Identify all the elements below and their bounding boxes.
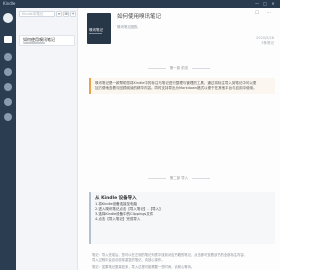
settings-icon[interactable]: [4, 113, 12, 121]
maximize-button[interactable]: □: [262, 1, 268, 7]
list-item-meta-bar: [23, 42, 45, 44]
steps-heading: 从 Kindle 设备导入: [95, 196, 137, 201]
view-toggle-button[interactable]: ⊞: [63, 11, 69, 17]
book-cover-title: 嗅讯笔记: [89, 28, 103, 32]
link-icon[interactable]: [4, 98, 12, 106]
book-cover-line: [89, 33, 102, 34]
add-note-button[interactable]: +: [70, 11, 76, 17]
book-icon[interactable]: [4, 53, 12, 61]
note-title: 如何使用嗅讯笔记: [117, 14, 162, 20]
note-date: 2020/5/28: [256, 36, 274, 40]
intro-quote: 嗅讯笔记是一款帮助您将Kindle中的标注与笔记进行整理与管理的工具，通过将标注…: [89, 78, 275, 94]
toolbar-icons[interactable]: ☐ ⋯: [255, 11, 274, 16]
note-text: 导入过程中会自动去除重复的笔记，请放心操作。: [92, 258, 165, 262]
section-label-import: 第二部 导入: [78, 176, 280, 180]
list-item[interactable]: 如何使用嗅讯笔记: [19, 35, 75, 46]
note-text: 笔记：导入完成后，您可以在左侧的笔记列表中找到对应书籍的笔记，点击即可查看该书的…: [92, 253, 247, 257]
book-cover: 嗅讯笔记: [87, 13, 111, 44]
note-author: 嗅讯笔记团队: [117, 25, 138, 29]
minimize-button[interactable]: —: [254, 1, 260, 7]
note-list-pane: Kindle本笔记 ≡ ⊞ + 如何使用嗅讯笔记: [16, 8, 78, 270]
import-steps: 从 Kindle 设备导入 1.将Kindle设备连接至电脑 2.进入嗅讯笔记点…: [89, 192, 275, 244]
close-button[interactable]: ✕: [270, 1, 276, 7]
app-name: Kindle: [3, 1, 16, 6]
avatar[interactable]: [3, 13, 13, 23]
notes-icon[interactable]: [4, 36, 12, 43]
quote-line: 加方便地查看与回顾阅读的精华内容。同时支持导出为Markdown格式以便于在其他…: [95, 86, 257, 90]
title-bar: Kindle — □ ✕: [0, 0, 280, 8]
star-icon[interactable]: [4, 68, 12, 76]
search-input[interactable]: Kindle本笔记: [19, 11, 55, 17]
sort-button[interactable]: ≡: [56, 11, 62, 17]
section-label-intro: 第一部 前言: [78, 66, 280, 70]
nav-rail: [0, 8, 16, 270]
step-line: 4.点击【导入笔记】完成导入: [95, 217, 141, 221]
note-detail: ☐ ⋯ 嗅讯笔记 如何使用嗅讯笔记 嗅讯笔记团队 2020/5/28 3条笔记 …: [78, 8, 280, 270]
note-text: 笔记：如果笔记数量较多，导入过程可能需要一些时间，请耐心等待。: [92, 265, 195, 269]
tag-icon[interactable]: [4, 83, 12, 91]
note-count: 3条笔记: [261, 41, 274, 45]
